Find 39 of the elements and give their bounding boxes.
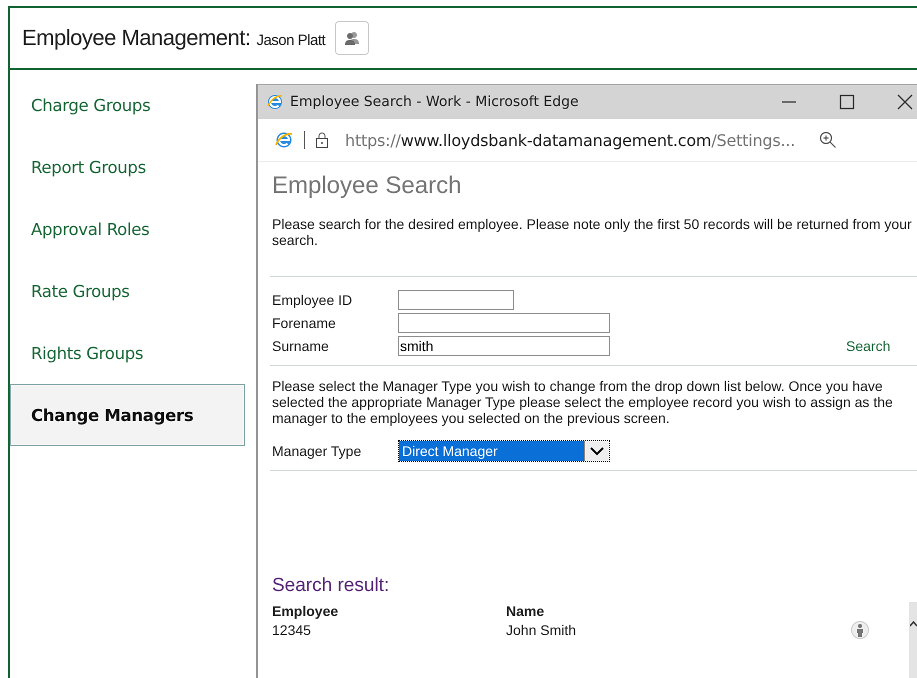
column-header: Employee: [272, 603, 340, 619]
person-icon[interactable]: [851, 621, 869, 639]
app-title: Employee Management:: [22, 25, 250, 51]
window-title: Employee Search - Work - Microsoft Edge: [290, 94, 579, 110]
zoom-icon[interactable]: [819, 131, 838, 149]
sidebar-item[interactable]: Rate Groups: [10, 260, 245, 322]
field-label: Manager Type: [272, 443, 362, 459]
table-cell-text: 12345: [272, 622, 312, 638]
people-icon: [344, 31, 360, 45]
sidebar-item[interactable]: Change Managers: [10, 384, 245, 446]
instructions-text: Please select the Manager Type you wish to change from the drop down list below. Once you have selected the appropriate Manager Type please select the employee record you wish to assign as the manager to the employees you selected on the previous screen.: [272, 378, 894, 426]
url-text[interactable]: https://www.lloydsbank-datamanagement.com/Settings...: [345, 130, 796, 150]
maximize-icon[interactable]: [839, 94, 855, 110]
users-button[interactable]: [335, 21, 370, 55]
field-label: Surname: [272, 338, 330, 354]
scroll-up-icon[interactable]: [910, 620, 916, 628]
sidebar-item[interactable]: Approval Roles: [10, 198, 245, 260]
manager-type-dropdown[interactable]: Direct Manager: [398, 440, 610, 462]
column-header: Name: [506, 603, 546, 619]
intro-text: Please search for the desired employee. Please note only the first 50 records will be returned from your search.: [272, 216, 913, 248]
text-field[interactable]: smith: [398, 336, 610, 356]
browser-logo-icon: [266, 93, 284, 111]
sidebar-item[interactable]: Charge Groups: [10, 74, 245, 136]
field-label: Employee ID: [272, 292, 354, 308]
sidebar-item[interactable]: Report Groups: [10, 136, 245, 198]
lock-icon: [315, 131, 329, 149]
user-name: Jason Platt: [256, 32, 326, 48]
scrollbar[interactable]: [909, 602, 917, 678]
text-field[interactable]: [398, 290, 514, 310]
chevron-down-icon: [590, 446, 604, 456]
page-heading: Employee Search: [272, 172, 462, 200]
table-cell-text: John Smith: [506, 622, 578, 638]
text-field[interactable]: [398, 313, 610, 333]
browser-logo-icon: [274, 130, 294, 150]
field-label: Forename: [272, 315, 337, 331]
search-link[interactable]: Search: [846, 338, 890, 354]
results-title: Search result:: [272, 575, 390, 597]
sidebar-item[interactable]: Rights Groups: [10, 322, 245, 384]
close-icon[interactable]: [897, 94, 913, 110]
